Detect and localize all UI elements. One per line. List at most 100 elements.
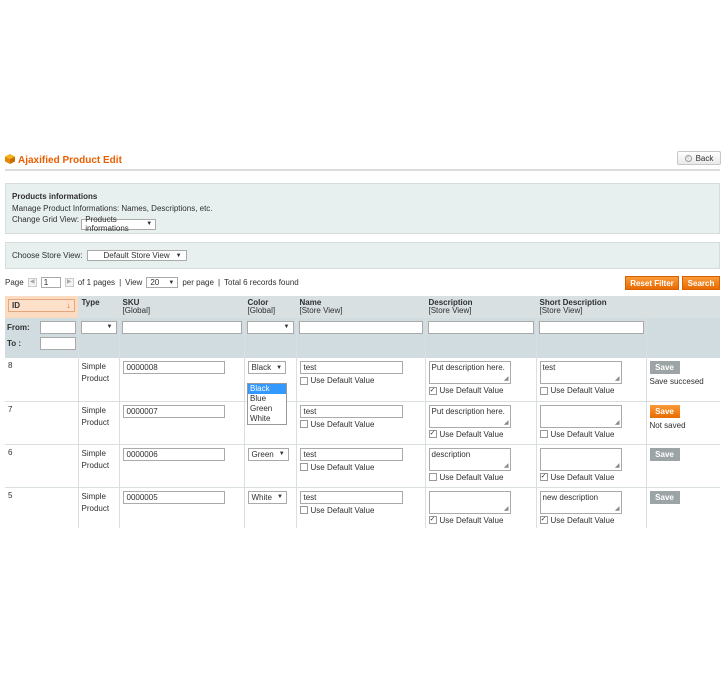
row-type: Simple Product bbox=[78, 358, 120, 402]
grid-view-select[interactable]: Products informations ▼ bbox=[81, 215, 157, 233]
sku-input[interactable]: 0000007 bbox=[122, 404, 225, 418]
name-input[interactable]: test bbox=[299, 361, 403, 374]
page-title: Ajaxified Product Edit bbox=[18, 155, 122, 166]
chevron-down-icon: ▼ bbox=[278, 451, 285, 457]
color-select[interactable]: White ▼ bbox=[247, 490, 287, 504]
resize-grip-icon[interactable]: ◢ bbox=[504, 505, 509, 512]
reset-filter-button[interactable]: Reset Filter bbox=[625, 276, 679, 290]
checkbox-icon[interactable] bbox=[539, 430, 548, 438]
prev-page-icon[interactable]: ◀ bbox=[27, 278, 37, 287]
search-button[interactable]: Search bbox=[682, 276, 720, 290]
checkbox-icon[interactable] bbox=[428, 473, 437, 481]
checkbox-icon[interactable] bbox=[299, 506, 308, 514]
column-description-header[interactable]: Description [Store View] bbox=[425, 296, 537, 318]
save-button[interactable]: Save bbox=[649, 490, 680, 504]
name-filter-input[interactable] bbox=[298, 321, 423, 334]
save-button[interactable]: Save bbox=[649, 404, 680, 418]
description-textarea[interactable]: Put description here. ◢ bbox=[428, 361, 511, 384]
color-option-black[interactable]: Black bbox=[248, 384, 286, 394]
resize-grip-icon[interactable]: ◢ bbox=[504, 375, 509, 382]
use-default-label: Use Default Value bbox=[439, 386, 504, 395]
column-name-header[interactable]: Name [Store View] bbox=[296, 296, 426, 318]
type-filter-select[interactable]: ▼ bbox=[80, 321, 117, 334]
resize-grip-icon[interactable]: ◢ bbox=[615, 462, 620, 469]
color-dropdown-list[interactable]: Black Blue Green White bbox=[247, 383, 287, 425]
page-number-input[interactable]: 1 bbox=[40, 277, 61, 288]
column-sku-header[interactable]: SKU [Global] bbox=[119, 296, 245, 318]
checkbox-icon[interactable]: ✓ bbox=[539, 516, 548, 524]
color-select[interactable]: Green ▼ bbox=[247, 447, 289, 461]
id-to-input[interactable] bbox=[39, 337, 76, 350]
short-description-textarea[interactable]: test ◢ bbox=[539, 361, 622, 384]
pager-separator: | bbox=[217, 278, 221, 287]
name-input[interactable]: test bbox=[299, 404, 403, 418]
description-use-default[interactable]: ✓ Use Default Value bbox=[428, 516, 533, 525]
checkbox-icon[interactable]: ✓ bbox=[428, 516, 437, 524]
short-description-use-default[interactable]: ✓ Use Default Value bbox=[539, 516, 643, 525]
row-type: Simple Product bbox=[78, 401, 120, 445]
resize-grip-icon[interactable]: ◢ bbox=[615, 419, 620, 426]
per-page-label: per page bbox=[182, 278, 214, 287]
color-option-white[interactable]: White bbox=[248, 414, 286, 424]
description-textarea[interactable]: Put description here. ◢ bbox=[428, 404, 511, 428]
id-from-input[interactable] bbox=[39, 321, 76, 334]
resize-grip-icon[interactable]: ◢ bbox=[504, 419, 509, 426]
sku-input[interactable]: 0000005 bbox=[122, 490, 225, 504]
row-type-line2: Product bbox=[81, 374, 110, 383]
description-textarea[interactable]: ◢ bbox=[428, 490, 511, 514]
save-button[interactable]: Save bbox=[649, 447, 680, 461]
color-option-green[interactable]: Green bbox=[248, 404, 286, 414]
short-description-use-default[interactable]: ✓ Use Default Value bbox=[539, 473, 643, 482]
color-filter-select[interactable]: ▼ bbox=[246, 321, 294, 334]
column-id-header[interactable]: ID ↓ bbox=[5, 296, 79, 318]
name-input[interactable]: test bbox=[299, 490, 403, 504]
next-page-icon[interactable]: ▶ bbox=[64, 278, 74, 287]
table-row: 8 Simple Product 0000008 Black ▼ test Use … bbox=[5, 358, 720, 402]
name-use-default[interactable]: Use Default Value bbox=[299, 506, 422, 515]
checkbox-icon[interactable] bbox=[299, 420, 308, 428]
row-type: Simple Product bbox=[78, 487, 120, 528]
short-description-textarea[interactable]: ◢ bbox=[539, 404, 622, 428]
column-short-description-header[interactable]: Short Description [Store View] bbox=[536, 296, 647, 318]
checkbox-icon[interactable] bbox=[539, 386, 548, 395]
per-page-select[interactable]: 20 ▼ bbox=[146, 277, 179, 288]
column-type-header[interactable]: Type bbox=[78, 296, 120, 318]
description-use-default[interactable]: ✓ Use Default Value bbox=[428, 386, 533, 395]
name-use-default[interactable]: Use Default Value bbox=[299, 376, 422, 385]
resize-grip-icon[interactable]: ◢ bbox=[615, 505, 620, 512]
short-description-use-default[interactable]: Use Default Value bbox=[539, 430, 643, 439]
name-input[interactable]: test bbox=[299, 447, 403, 461]
resize-grip-icon[interactable]: ◢ bbox=[504, 462, 509, 469]
color-select[interactable]: Black ▼ bbox=[247, 361, 287, 374]
checkbox-icon[interactable]: ✓ bbox=[428, 430, 437, 438]
store-view-select[interactable]: Default Store View ▼ bbox=[86, 250, 187, 261]
store-view-label: Choose Store View: bbox=[12, 251, 83, 260]
checkbox-icon[interactable] bbox=[299, 463, 308, 471]
sku-filter-input[interactable] bbox=[121, 321, 242, 334]
sku-input[interactable]: 0000008 bbox=[122, 361, 225, 374]
back-button[interactable]: ‹ Back bbox=[677, 151, 721, 165]
short-description-textarea[interactable]: new description ◢ bbox=[539, 490, 622, 514]
description-filter-input[interactable] bbox=[427, 321, 534, 334]
short-description-filter-input[interactable] bbox=[538, 321, 644, 334]
color-option-blue[interactable]: Blue bbox=[248, 394, 286, 404]
save-button[interactable]: Save bbox=[649, 361, 680, 374]
name-use-default[interactable]: Use Default Value bbox=[299, 463, 422, 472]
column-id-label: ID bbox=[12, 300, 20, 310]
table-row: 5 Simple Product 0000005 White ▼ test Use … bbox=[5, 487, 720, 528]
short-description-use-default[interactable]: Use Default Value bbox=[539, 386, 643, 395]
description-textarea[interactable]: description ◢ bbox=[428, 447, 511, 471]
description-use-default[interactable]: Use Default Value bbox=[428, 473, 533, 482]
short-description-textarea[interactable]: ◢ bbox=[539, 447, 622, 471]
row-type-line1: Simple bbox=[81, 448, 106, 458]
per-page-value: 20 bbox=[150, 278, 160, 287]
checkbox-icon[interactable]: ✓ bbox=[428, 386, 437, 395]
checkbox-icon[interactable] bbox=[299, 376, 308, 385]
description-use-default[interactable]: ✓ Use Default Value bbox=[428, 430, 533, 439]
column-color-header[interactable]: Color [Global] bbox=[244, 296, 297, 318]
color-value: White bbox=[251, 492, 272, 502]
checkbox-icon[interactable]: ✓ bbox=[539, 473, 548, 481]
sku-input[interactable]: 0000006 bbox=[122, 447, 225, 461]
resize-grip-icon[interactable]: ◢ bbox=[615, 375, 620, 382]
name-use-default[interactable]: Use Default Value bbox=[299, 420, 422, 429]
